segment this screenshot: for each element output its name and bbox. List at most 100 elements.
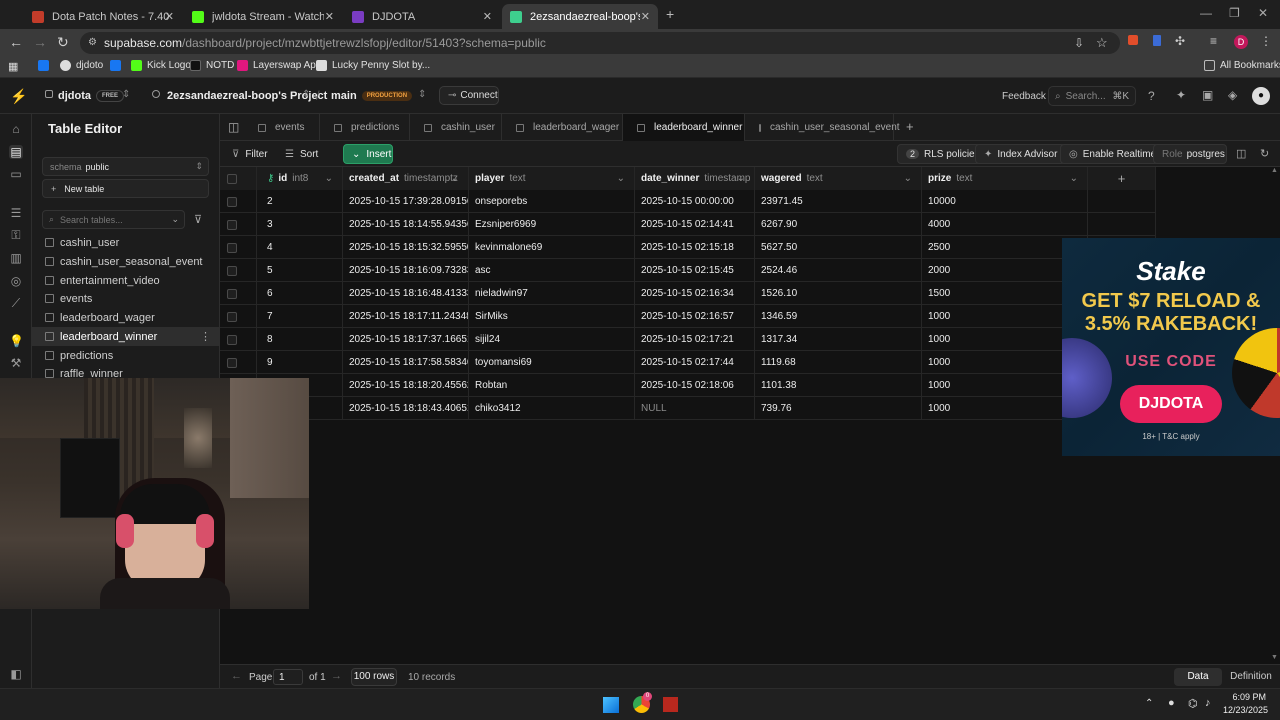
chevron-down-icon[interactable]: ⌄: [325, 173, 333, 184]
sort-button[interactable]: ☰ Sort: [277, 144, 326, 164]
checkbox[interactable]: [227, 334, 237, 345]
table-row[interactable]: 52025-10-15 18:16:09.732831+00asc2025-10…: [220, 259, 1156, 282]
chevron-down-icon[interactable]: ⌄: [1070, 173, 1078, 184]
new-table-button[interactable]: + New table: [42, 179, 209, 198]
cell-player[interactable]: Robtan: [469, 374, 635, 397]
tab-leaderboard-wager[interactable]: leaderboard_wager: [502, 114, 623, 141]
add-tab-icon[interactable]: +: [906, 119, 914, 134]
chevron-down-icon[interactable]: ⌄: [737, 173, 745, 184]
filter-button[interactable]: ⊽ Filter: [224, 144, 276, 164]
checkbox[interactable]: [227, 242, 237, 253]
chevron-down-icon[interactable]: ⌄: [617, 173, 625, 184]
url-input[interactable]: ⚙ supabase.com/dashboard/project/mzwbttj…: [80, 32, 1120, 54]
cell-date-winner[interactable]: NULL: [635, 397, 755, 420]
lightbulb-icon[interactable]: ✦: [1176, 88, 1186, 102]
sidebar-item-predictions[interactable]: predictions: [32, 346, 219, 365]
collapse-sidebar-icon[interactable]: ◧: [9, 667, 23, 681]
database-icon[interactable]: ☰: [9, 206, 23, 220]
org-breadcrumb[interactable]: djdota FREE: [58, 90, 125, 103]
back-arrow-icon[interactable]: ←: [9, 34, 23, 50]
cell-created-at[interactable]: 2025-10-15 18:16:48.413334+00: [343, 282, 469, 305]
cell-id[interactable]: 2: [257, 190, 343, 213]
cell-id[interactable]: 6: [257, 282, 343, 305]
auth-icon[interactable]: ⚿: [9, 228, 23, 242]
connect-button[interactable]: ⊸ Connect: [439, 86, 499, 105]
cell-id[interactable]: 4: [257, 236, 343, 259]
column-view-icon[interactable]: ◫: [1236, 147, 1246, 160]
row-select-cell[interactable]: [220, 282, 257, 305]
cell-id[interactable]: 5: [257, 259, 343, 282]
cell-date-winner[interactable]: 2025-10-15 02:16:57: [635, 305, 755, 328]
chevron-updown-icon[interactable]: ⇕: [418, 89, 426, 100]
rows-per-page-button[interactable]: 100 rows: [351, 668, 397, 686]
sidebar-item-cashin-user[interactable]: cashin_user: [32, 233, 219, 252]
sql-editor-icon[interactable]: ▭: [9, 167, 23, 181]
checkbox[interactable]: [227, 357, 237, 368]
checkbox[interactable]: [227, 311, 237, 322]
cell-prize[interactable]: 4000: [922, 213, 1088, 236]
add-column-button[interactable]: +: [1088, 167, 1156, 190]
cell-id[interactable]: 8: [257, 328, 343, 351]
browser-tab-active[interactable]: 2ezsandaezreal-boop's Project ✕: [502, 4, 658, 29]
menu-dots-icon[interactable]: ⋮: [1260, 34, 1272, 48]
table-row[interactable]: 82025-10-15 18:17:37.166515+00sijil24202…: [220, 328, 1156, 351]
cell-created-at[interactable]: 2025-10-15 18:17:37.166515+00: [343, 328, 469, 351]
cell-date-winner[interactable]: 2025-10-15 02:17:44: [635, 351, 755, 374]
next-page-icon[interactable]: →: [331, 670, 342, 682]
clock-date[interactable]: 12/23/2025: [1212, 705, 1268, 715]
profile-avatar[interactable]: D: [1234, 35, 1248, 49]
cell-date-winner[interactable]: 2025-10-15 02:15:45: [635, 259, 755, 282]
bookmark-item[interactable]: Lucky Penny Slot by...: [316, 60, 430, 71]
bookmark-item[interactable]: NOTD: [190, 60, 234, 71]
row-select-cell[interactable]: [220, 190, 257, 213]
row-select-cell[interactable]: [220, 351, 257, 374]
cell-player[interactable]: onseporebs: [469, 190, 635, 213]
chevron-down-icon[interactable]: ⌄: [451, 173, 459, 184]
cell-wagered[interactable]: 1346.59: [755, 305, 922, 328]
cell-prize[interactable]: 10000: [922, 190, 1088, 213]
checkbox[interactable]: [227, 288, 237, 299]
column-header-created-at[interactable]: created_at timestamptz ⌄: [343, 167, 469, 190]
table-row[interactable]: 92025-10-15 18:17:58.583468+00toyomansi6…: [220, 351, 1156, 374]
table-search-input[interactable]: ⌕ Search tables... ⌄: [42, 210, 185, 229]
column-header-player[interactable]: player text ⌄: [469, 167, 635, 190]
apps-grid-icon[interactable]: ▦: [8, 60, 18, 73]
windows-start-icon[interactable]: [603, 697, 619, 713]
advisors-icon[interactable]: 💡: [9, 334, 24, 348]
cell-date-winner[interactable]: 2025-10-15 02:14:41: [635, 213, 755, 236]
schema-select[interactable]: schema public ⇕: [42, 157, 209, 176]
chevron-updown-icon[interactable]: ⇕: [122, 89, 130, 100]
cell-wagered[interactable]: 1526.10: [755, 282, 922, 305]
cell-player[interactable]: toyomansi69: [469, 351, 635, 374]
dota-taskbar-icon[interactable]: [663, 697, 678, 712]
cell-player[interactable]: SirMiks: [469, 305, 635, 328]
new-tab-icon[interactable]: +: [666, 6, 674, 22]
bookmark-star-icon[interactable]: ☆: [1096, 35, 1108, 51]
cell-created-at[interactable]: 2025-10-15 18:16:09.732831+00: [343, 259, 469, 282]
media-icon[interactable]: ≡: [1210, 34, 1217, 48]
cell-date-winner[interactable]: 2025-10-15 02:15:18: [635, 236, 755, 259]
scroll-down-icon[interactable]: ▼: [1271, 654, 1278, 661]
cell-created-at[interactable]: 2025-10-15 18:15:32.595503+00: [343, 236, 469, 259]
browser-tab[interactable]: DJDOTA ✕: [344, 4, 500, 29]
sidebar-item-leaderboard-wager[interactable]: leaderboard_wager: [32, 308, 219, 327]
cell-created-at[interactable]: 2025-10-15 18:17:11.243482+00: [343, 305, 469, 328]
column-header-date-winner[interactable]: date_winner timestamp ⌄: [635, 167, 755, 190]
cell-date-winner[interactable]: 2025-10-15 02:18:06: [635, 374, 755, 397]
cell-player[interactable]: kevinmalone69: [469, 236, 635, 259]
column-header-wagered[interactable]: wagered text ⌄: [755, 167, 922, 190]
extension-icon[interactable]: [1128, 35, 1138, 45]
home-icon[interactable]: ⌂: [9, 122, 23, 136]
table-row[interactable]: 72025-10-15 18:17:11.243482+00SirMiks202…: [220, 305, 1156, 328]
clock-time[interactable]: 6:09 PM: [1226, 692, 1266, 702]
cell-created-at[interactable]: 2025-10-15 18:14:55.943561+00: [343, 213, 469, 236]
checkbox[interactable]: [227, 265, 237, 276]
cell-wagered[interactable]: 1317.34: [755, 328, 922, 351]
cell-date-winner[interactable]: 2025-10-15 02:16:34: [635, 282, 755, 305]
maximize-icon[interactable]: ❐: [1229, 6, 1240, 20]
search-input[interactable]: ⌕ Search... ⌘K: [1048, 86, 1136, 106]
select-all-cell[interactable]: [220, 167, 257, 190]
browser-tab[interactable]: Dota Patch Notes - 7.40 ✕: [24, 4, 182, 29]
insert-button[interactable]: ⌄ Insert: [343, 144, 393, 164]
minimize-icon[interactable]: —: [1200, 6, 1212, 20]
